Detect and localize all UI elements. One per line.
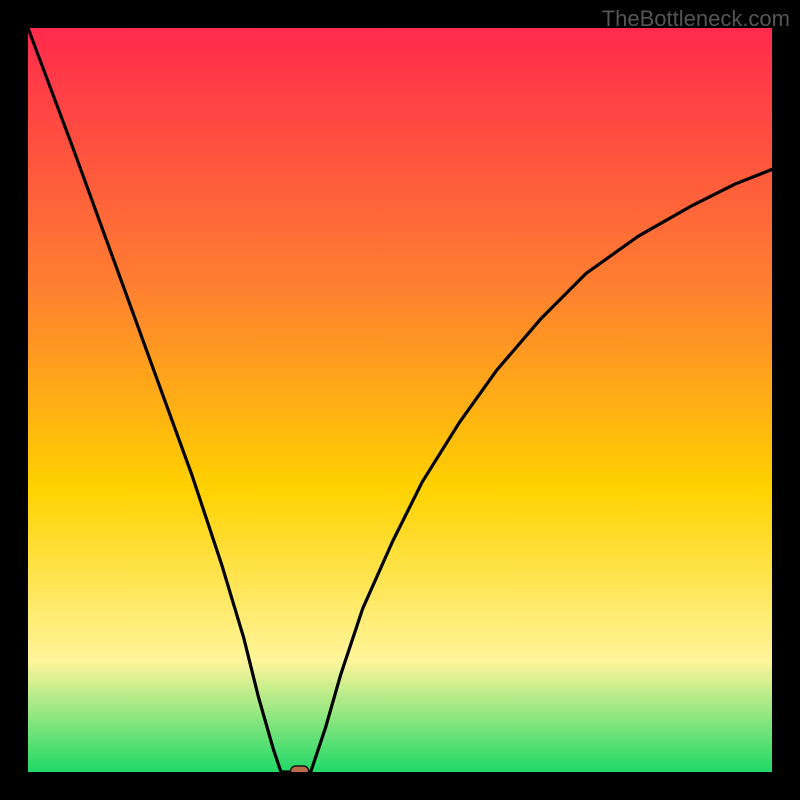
optimal-marker — [291, 766, 309, 772]
gradient-background — [28, 28, 772, 772]
plot-area — [28, 28, 772, 772]
chart-frame: TheBottleneck.com — [0, 0, 800, 800]
bottleneck-chart-svg — [28, 28, 772, 772]
